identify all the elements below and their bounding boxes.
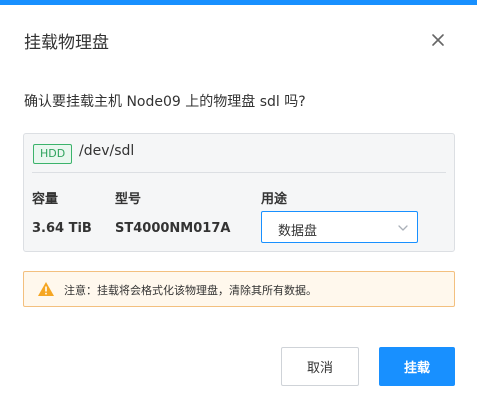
model-label: 型号 bbox=[115, 192, 142, 207]
warning-icon bbox=[38, 282, 54, 296]
close-icon bbox=[432, 34, 444, 46]
usage-label: 用途 bbox=[261, 192, 288, 207]
confirm-message: 确认要挂载主机 Node09 上的物理盘 sdl 吗? bbox=[24, 94, 306, 110]
dialog-top-accent-bar bbox=[0, 0, 477, 5]
cancel-button[interactable]: 取消 bbox=[281, 347, 359, 386]
usage-select[interactable]: 数据盘 bbox=[261, 211, 418, 243]
mount-disk-dialog: 挂载物理盘 确认要挂载主机 Node09 上的物理盘 sdl 吗? HDD /d… bbox=[0, 0, 477, 411]
mount-button[interactable]: 挂载 bbox=[379, 347, 455, 386]
model-value: ST4000NM017A bbox=[115, 221, 231, 236]
chevron-down-icon bbox=[398, 225, 408, 231]
disk-type-badge: HDD bbox=[33, 144, 73, 164]
disk-info-card: HDD /dev/sdl 容量 型号 用途 3.64 TiB ST4000NM0… bbox=[23, 133, 455, 252]
capacity-value: 3.64 TiB bbox=[32, 221, 92, 236]
close-button[interactable] bbox=[426, 28, 450, 52]
device-path: /dev/sdl bbox=[79, 143, 135, 159]
usage-select-value: 数据盘 bbox=[278, 224, 318, 239]
warning-text: 注意：挂载将会格式化该物理盘，清除其所有数据。 bbox=[64, 284, 317, 297]
card-divider bbox=[32, 172, 446, 173]
capacity-label: 容量 bbox=[32, 192, 59, 207]
warning-banner: 注意：挂载将会格式化该物理盘，清除其所有数据。 bbox=[23, 271, 455, 307]
dialog-title: 挂载物理盘 bbox=[24, 33, 109, 53]
